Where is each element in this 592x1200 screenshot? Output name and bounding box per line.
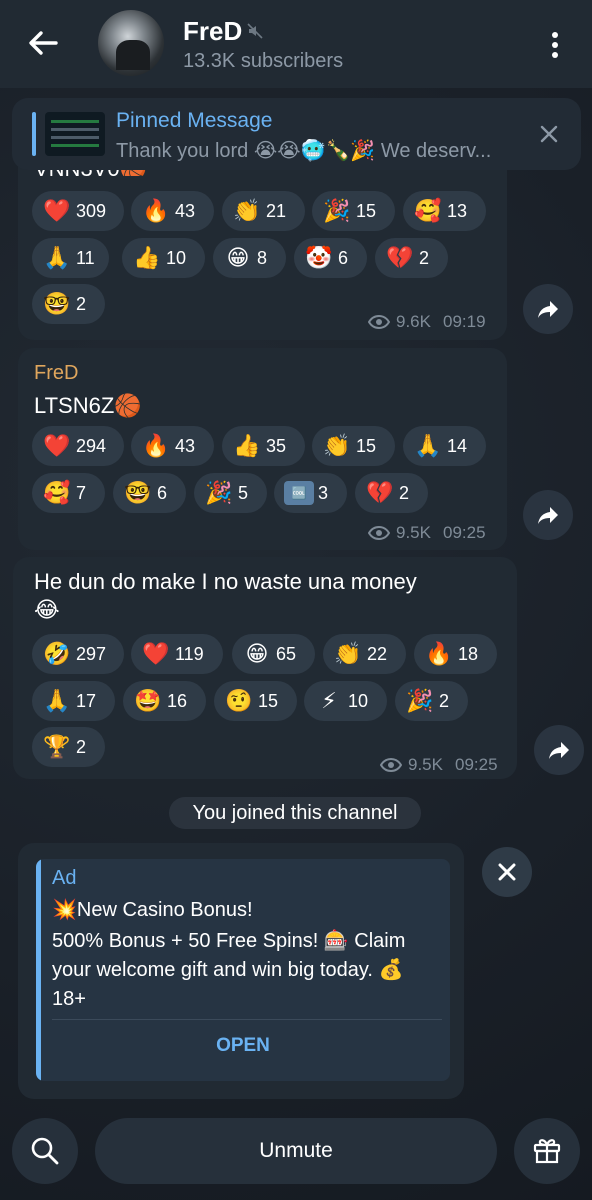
message-text: LTSN6Z🏀 (34, 393, 142, 418)
pinned-thumbnail (45, 112, 105, 156)
reaction-chip[interactable]: 🤓 6 (113, 473, 186, 513)
sponsored-message[interactable]: Ad 💥New Casino Bonus! 500% Bonus + 50 Fr… (18, 843, 464, 1099)
reaction-chip[interactable]: 🥰 7 (32, 473, 105, 513)
subscriber-count: 13.3K subscribers (183, 50, 344, 72)
pinned-text: Thank you lord 😭😭🥶🍾🎉 We deserv... (116, 140, 492, 162)
message-meta: 9.5K 09:25 (380, 755, 498, 775)
channel-avatar[interactable] (98, 10, 164, 76)
reaction-chip[interactable]: 🎉 2 (395, 681, 468, 721)
reaction-chip[interactable]: 🤓 2 (32, 284, 105, 324)
reaction-chip[interactable]: 👏 21 (222, 191, 305, 231)
forward-icon (538, 507, 558, 524)
reaction-chip[interactable]: 🏆 2 (32, 727, 105, 767)
reaction-chip[interactable]: 🙏 17 (32, 681, 115, 721)
reaction-chip[interactable]: 🤩 16 (123, 681, 206, 721)
forward-button[interactable] (523, 490, 573, 540)
search-icon (31, 1137, 59, 1165)
close-icon (498, 863, 516, 881)
forward-button[interactable] (523, 284, 573, 334)
message-meta: 9.5K 09:25 (368, 523, 486, 543)
view-count: 9.5K (408, 755, 443, 774)
reaction-chip[interactable]: 🤡 6 (294, 238, 367, 278)
ad-divider (52, 1019, 442, 1020)
message-bubble-2[interactable]: FreD LTSN6Z🏀 ❤️ 294 🔥 43 👍 35 👏 15 🙏 14 🥰 7 🤓 6… (18, 348, 507, 550)
search-button[interactable] (12, 1118, 78, 1184)
reaction-chip[interactable]: 💔 2 (375, 238, 448, 278)
views-icon (368, 526, 390, 540)
message-text: He dun do make I no waste una money (34, 569, 417, 594)
pinned-indicator (32, 112, 36, 156)
message-time: 09:25 (442, 523, 486, 542)
gift-icon (533, 1139, 561, 1164)
forward-icon (538, 301, 558, 318)
pinned-message-bar[interactable]: Pinned Message Thank you lord 😭😭🥶🍾🎉 We d… (12, 98, 581, 170)
reaction-chip[interactable]: 👍 35 (222, 426, 305, 466)
reaction-chip[interactable]: 🔥 18 (414, 634, 497, 674)
reaction-chip[interactable]: 😁 65 (232, 634, 315, 674)
more-options-icon[interactable] (545, 28, 565, 62)
ad-label: Ad (52, 867, 77, 889)
system-message: You joined this channel (169, 797, 421, 829)
reaction-chip[interactable]: 🔥 43 (131, 426, 214, 466)
chat-header: FreD 13.3K subscribers (0, 0, 592, 88)
reaction-chip[interactable]: ⚡ 10 (304, 681, 387, 721)
ad-card[interactable]: Ad 💥New Casino Bonus! 500% Bonus + 50 Fr… (36, 859, 450, 1081)
muted-icon (247, 23, 263, 39)
reaction-chip[interactable]: 🙏 14 (403, 426, 486, 466)
view-count: 9.6K (396, 312, 431, 331)
reaction-chip[interactable]: 🆒 3 (274, 473, 347, 513)
gift-button[interactable] (514, 1118, 580, 1184)
reaction-chip[interactable]: 🎉 15 (312, 191, 395, 231)
close-icon[interactable] (539, 124, 559, 144)
views-icon (368, 315, 390, 329)
reaction-chip[interactable]: 👏 15 (312, 426, 395, 466)
reaction-chip[interactable]: 😁 8 (213, 238, 286, 278)
ad-close-button[interactable] (482, 847, 532, 897)
message-meta: 9.6K 09:19 (368, 312, 486, 332)
reaction-chip[interactable]: ❤️ 294 (32, 426, 124, 466)
reaction-chip[interactable]: 🙏 11 (32, 238, 109, 278)
ad-title: 💥New Casino Bonus! (52, 899, 253, 921)
channel-title[interactable]: FreD (183, 16, 242, 47)
reaction-chip[interactable]: ❤️ 309 (32, 191, 124, 231)
view-count: 9.5K (396, 523, 431, 542)
sender-name: FreD (34, 362, 79, 384)
message-text-emoji: 😂 (34, 597, 60, 622)
reaction-chip[interactable]: 🤣 297 (32, 634, 124, 674)
reaction-chip[interactable]: 👍 10 (122, 238, 205, 278)
forward-button[interactable] (534, 725, 584, 775)
reaction-chip[interactable]: 💔 2 (355, 473, 428, 513)
reaction-chip[interactable]: 🤨 15 (214, 681, 297, 721)
message-time: 09:25 (454, 755, 498, 774)
reaction-chip[interactable]: 👏 22 (323, 634, 406, 674)
back-arrow-icon[interactable] (26, 26, 60, 60)
reaction-chip[interactable]: 🥰 13 (403, 191, 486, 231)
reaction-chip[interactable]: 🎉 5 (194, 473, 267, 513)
reaction-chip[interactable]: 🔥 43 (131, 191, 214, 231)
ad-open-button[interactable]: OPEN (36, 1035, 450, 1057)
ad-text: 500% Bonus + 50 Free Spins! 🎰 Claim your… (52, 930, 406, 1010)
message-bubble-3[interactable]: He dun do make I no waste una money 😂 🤣 2… (13, 557, 517, 779)
reaction-chip[interactable]: ❤️ 119 (131, 634, 223, 674)
views-icon (380, 758, 402, 772)
forward-icon (549, 742, 569, 759)
unmute-button[interactable]: Unmute (95, 1118, 497, 1184)
pinned-title: Pinned Message (116, 109, 273, 132)
message-bubble-1[interactable]: VNN3V0🏀 ❤️309 🔥43 👏21 🎉15 🥰13 🙏11 👍10 😁8… (18, 140, 507, 340)
bottom-bar: Unmute (0, 1110, 592, 1200)
message-time: 09:19 (442, 312, 486, 331)
